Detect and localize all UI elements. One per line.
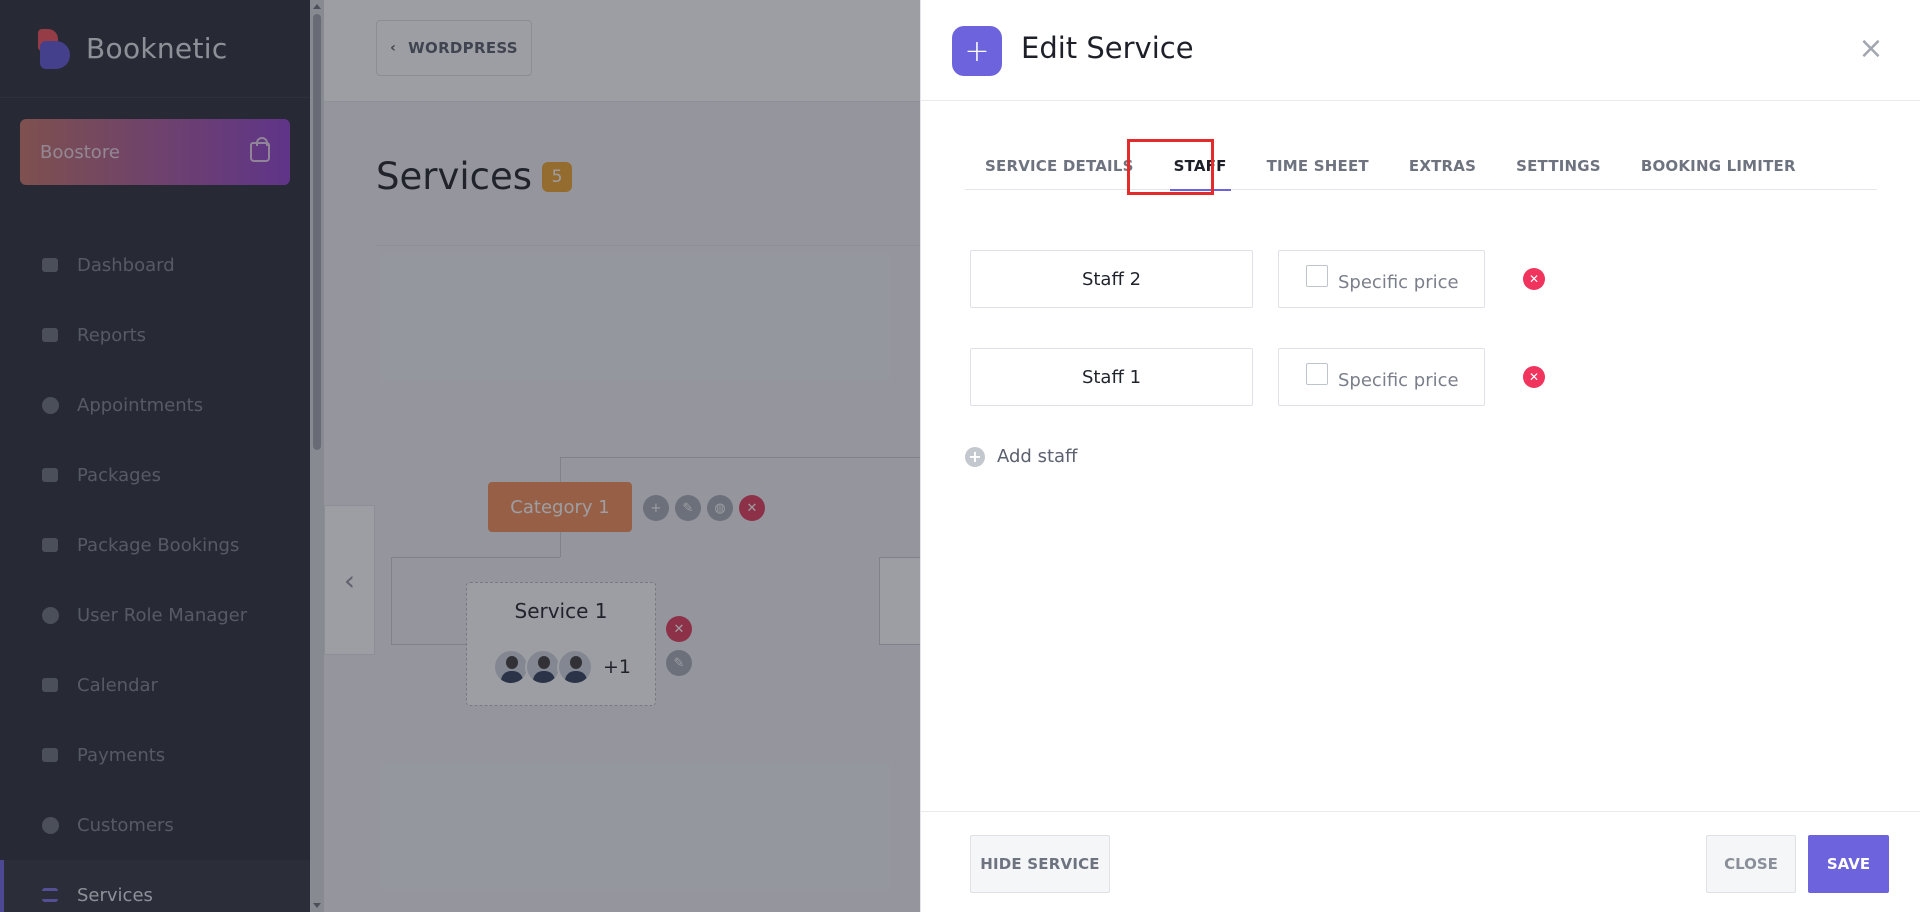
tab-service-details[interactable]: SERVICE DETAILS <box>965 142 1154 190</box>
tab-time-sheet[interactable]: TIME SHEET <box>1247 142 1389 190</box>
add-staff-button[interactable]: + Add staff <box>965 446 1077 467</box>
close-button[interactable]: CLOSE <box>1706 835 1796 893</box>
edit-service-panel: + Edit Service × SERVICE DETAILS STAFF T… <box>920 0 1920 912</box>
panel-title: Edit Service <box>1021 31 1194 65</box>
plus-circle-icon: + <box>965 446 985 467</box>
remove-staff-icon[interactable]: ✕ <box>1523 268 1545 290</box>
modal-backdrop[interactable] <box>0 0 920 912</box>
save-button[interactable]: SAVE <box>1808 835 1889 893</box>
specific-price-checkbox[interactable] <box>1306 363 1328 385</box>
staff-row: Staff 1 Specific price ✕ <box>970 348 1545 406</box>
add-staff-label: Add staff <box>997 446 1078 467</box>
tab-booking-limiter[interactable]: BOOKING LIMITER <box>1621 142 1816 190</box>
staff-row: Staff 2 Specific price ✕ <box>970 250 1545 308</box>
tab-highlight-box <box>1127 139 1214 195</box>
hide-service-button[interactable]: HIDE SERVICE <box>970 835 1110 893</box>
plus-icon: + <box>952 26 1002 76</box>
remove-staff-icon[interactable]: ✕ <box>1523 366 1545 388</box>
tabs: SERVICE DETAILS STAFF TIME SHEET EXTRAS … <box>965 142 1877 191</box>
panel-header: + Edit Service × <box>921 0 1920 101</box>
tab-settings[interactable]: SETTINGS <box>1496 142 1621 190</box>
specific-price-label: Specific price <box>1338 369 1459 391</box>
close-icon[interactable]: × <box>1856 34 1886 64</box>
specific-price-checkbox[interactable] <box>1306 265 1328 287</box>
panel-footer: HIDE SERVICE CLOSE SAVE <box>921 811 1920 912</box>
specific-price-field[interactable]: Specific price <box>1278 250 1485 308</box>
specific-price-label: Specific price <box>1338 271 1459 293</box>
staff-select[interactable]: Staff 1 <box>970 348 1253 406</box>
tab-extras[interactable]: EXTRAS <box>1389 142 1496 190</box>
staff-select[interactable]: Staff 2 <box>970 250 1253 308</box>
specific-price-field[interactable]: Specific price <box>1278 348 1485 406</box>
